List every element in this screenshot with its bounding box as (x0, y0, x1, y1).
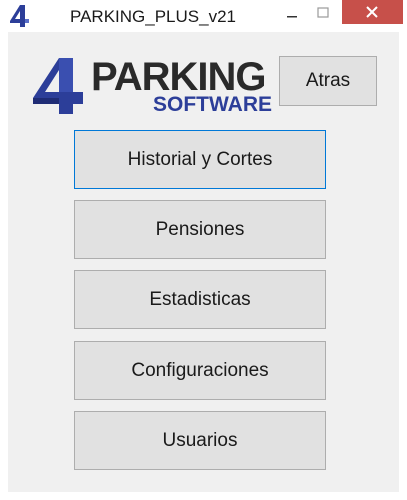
settings-button[interactable]: Configuraciones (74, 341, 326, 400)
window-frame-left (0, 32, 8, 500)
window-title: PARKING_PLUS_v21 (70, 7, 236, 26)
app-window: PARKING_PLUS_v21 PARKING SOFTWARE Atras … (0, 0, 407, 500)
users-button[interactable]: Usuarios (74, 411, 326, 470)
minimize-icon[interactable] (279, 2, 305, 26)
logo-four-mark (33, 58, 83, 114)
statistics-button[interactable]: Estadisticas (74, 270, 326, 329)
logo-sub-text: SOFTWARE (153, 93, 272, 116)
window-frame-bottom (0, 492, 407, 500)
logo-main-text: PARKING (91, 55, 266, 99)
title-bar[interactable]: PARKING_PLUS_v21 (0, 0, 407, 32)
history-and-cuts-button[interactable]: Historial y Cortes (74, 130, 326, 189)
maximize-icon[interactable] (306, 2, 340, 26)
brand-logo: PARKING SOFTWARE (31, 56, 272, 118)
close-icon (366, 6, 378, 18)
window-frame-right (399, 32, 407, 500)
pensions-button[interactable]: Pensiones (74, 200, 326, 259)
close-button[interactable] (342, 0, 403, 24)
app-four-logo-icon (10, 5, 29, 27)
back-button[interactable]: Atras (279, 56, 377, 106)
